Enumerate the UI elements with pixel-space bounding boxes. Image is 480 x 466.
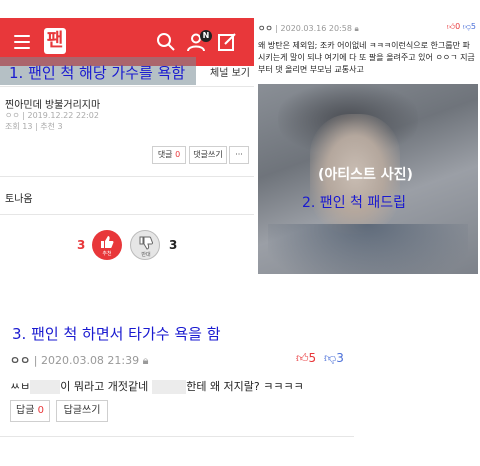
comment-button[interactable]: 댓글 0	[152, 146, 186, 164]
reply-text-2: 이 뭐라고 개젓같네	[60, 380, 149, 393]
upvote-count: 3	[77, 238, 86, 252]
downvote-count: 3	[169, 238, 178, 252]
edit-icon[interactable]	[217, 32, 237, 52]
redacted-name	[152, 380, 187, 394]
left-screenshot: 팬 N 체널 보기 찐아민데 방불거리지마 ㅇㅇ | 2019.12.22 22…	[0, 0, 254, 272]
reply-button[interactable]: 답글 0	[10, 400, 50, 422]
thumbs-down-icon[interactable]: 👎︎	[463, 22, 471, 31]
reply-label: 답글	[16, 405, 35, 416]
blurred-artist-photo: (아티스트 사진) 2. 팬인 척 패드립	[258, 84, 478, 274]
comment-count: 0	[175, 150, 181, 159]
thumbs-up-icon	[101, 236, 114, 248]
annotation-3: 3. 팬인 척 하면서 타가수 욕을 함	[12, 325, 221, 343]
separator: |	[33, 354, 41, 367]
comment-downvotes: 5	[470, 22, 476, 31]
notification-badge: N	[200, 30, 212, 42]
lock-icon: 🔒︎	[354, 24, 359, 33]
author-nickname[interactable]: 토나옴	[5, 190, 33, 205]
more-button[interactable]: ···	[229, 146, 249, 164]
channel-view-tab[interactable]: 체널 보기	[210, 64, 250, 79]
reply-upvotes: 5	[308, 351, 317, 365]
post-stats: 조회 13 | 추천 3	[5, 122, 63, 131]
reply-date: 2020.03.08 21:39	[40, 354, 140, 367]
thumbs-down-icon	[139, 236, 153, 250]
downvote-button[interactable]: 반대	[130, 230, 160, 260]
comment-date: 2020.03.16 20:58	[280, 24, 352, 33]
comment-label: 댓글	[157, 150, 173, 159]
reply-meta: ㅇㅇ | 2020.03.08 21:39 🔒︎	[10, 352, 149, 368]
write-reply-button[interactable]: 답글쓰기	[56, 400, 108, 422]
divider	[0, 86, 254, 87]
reply-author: ㅇㅇ	[10, 354, 31, 367]
reply-text-3: 한테 왜 저지랄? ㅋㅋㅋㅋ	[186, 380, 304, 393]
reply-text-1: ㅆㅂ	[10, 380, 31, 393]
upvote-button[interactable]: 추천	[92, 230, 122, 260]
divider	[0, 436, 354, 437]
reply-body: ㅆㅂ 이 뭐라고 개젓같네 한테 왜 저지랄? ㅋㅋㅋㅋ	[10, 378, 304, 394]
divider	[0, 214, 254, 215]
annotation-2: 2. 팬인 척 패드립	[302, 195, 406, 211]
thumbs-up-icon[interactable]: 👍︎	[296, 351, 309, 365]
upvote-label: 추천	[102, 251, 112, 257]
menu-icon[interactable]	[14, 35, 30, 49]
app-logo[interactable]: 팬	[44, 28, 66, 54]
reply-count: 0	[37, 405, 44, 416]
reply-votes: 👍︎5 👎︎3	[296, 351, 344, 366]
post-title[interactable]: 찐아민데 방불거리지마	[5, 96, 100, 111]
post-meta: ㅇㅇ | 2019.12.22 22:02	[5, 111, 99, 120]
thumbs-down-icon[interactable]: 👎︎	[324, 351, 336, 365]
photo-caption: (아티스트 사진)	[318, 167, 413, 183]
write-comment-button[interactable]: 댓글쓰기	[189, 146, 227, 164]
right-screenshot: ㅇㅇ | 2020.03.16 20:58 🔒︎ 👍︎0 👎︎5 왜 방탄은 제…	[254, 18, 480, 274]
divider	[0, 176, 254, 177]
comment-meta: ㅇㅇ | 2020.03.16 20:58 🔒︎	[258, 23, 359, 34]
comment-body: 왜 방탄은 제외임; 조카 어이없네 ㅋㅋㅋ이런식으로 한그룹만 파시키는게 말…	[258, 41, 475, 74]
annotation-1: 1. 팬인 척 해당 가수를 욕함	[9, 64, 186, 82]
lock-icon: 🔒︎	[142, 354, 149, 367]
search-icon[interactable]	[156, 32, 176, 52]
redacted-name	[30, 380, 61, 394]
comment-author: ㅇㅇ	[258, 24, 273, 33]
comment-votes: 👍︎0 👎︎5	[447, 22, 476, 32]
thumbs-up-icon[interactable]: 👍︎	[447, 22, 455, 31]
downvote-label: 반대	[141, 252, 151, 258]
comment-upvotes: 0	[455, 22, 461, 31]
reply-downvotes: 3	[336, 351, 344, 365]
